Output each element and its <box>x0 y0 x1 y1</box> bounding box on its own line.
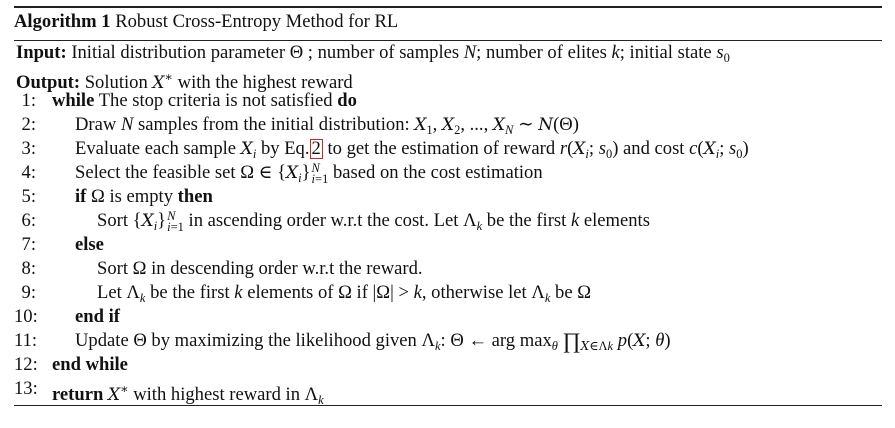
algorithm-line-12: 12: end while <box>14 353 882 377</box>
line-number: 1: <box>21 90 36 111</box>
line-number: 13: <box>14 378 38 399</box>
algorithm-line-2: 2: Draw N samples from the initial distr… <box>14 113 882 137</box>
algorithm-label: Algorithm 1 <box>14 11 111 32</box>
line-number: 3: <box>21 138 36 159</box>
line-text: return X∗ with highest reward in Λk <box>52 382 324 407</box>
output-line: Output: Solution X∗ with the highest rew… <box>14 65 882 93</box>
line-number: 7: <box>21 234 36 255</box>
line-text: while The stop criteria is not satisfied… <box>52 90 357 111</box>
algorithm-line-11: 11: Update Θ by maximizing the likelihoo… <box>14 329 882 354</box>
input-label: Input: <box>16 42 67 63</box>
algorithm-line-3: 3: Evaluate each sample Xi by Eq. 2 to ge… <box>14 137 882 161</box>
line-number: 2: <box>21 114 36 135</box>
input-line: Input: Initial distribution parameter Θ … <box>14 41 882 65</box>
line-text: Sort Ω in descending order w.r.t the rew… <box>97 258 423 279</box>
line-text: else <box>75 234 104 255</box>
line-number: 6: <box>21 210 36 231</box>
algorithm-line-10: 10: end if <box>14 305 882 329</box>
line-number: 12: <box>14 354 38 375</box>
algorithm-line-9: 9: Let Λk be the first k elements of Ω i… <box>14 281 882 305</box>
line-number: 11: <box>14 330 38 351</box>
algorithm-line-8: 8: Sort Ω in descending order w.r.t the … <box>14 257 882 281</box>
line-number: 10: <box>14 306 38 327</box>
line-text: end if <box>75 306 120 327</box>
line-text: end while <box>52 354 128 375</box>
line-number: 4: <box>21 162 36 183</box>
algorithm-line-7: 7: else <box>14 233 882 257</box>
line-text: if Ω is empty then <box>75 186 213 207</box>
algorithm-block: Algorithm 1 Robust Cross-Entropy Method … <box>14 6 882 407</box>
algorithm-line-6: 6: Sort {Xi} Ni=1 in ascending order w.r.… <box>14 209 882 233</box>
algorithm-line-13: 13: return X∗ with highest reward in Λk <box>14 377 882 407</box>
equation-reference-link[interactable]: 2 <box>309 139 323 159</box>
line-number: 9: <box>21 282 36 303</box>
algorithm-line-1: 1: while The stop criteria is not satisf… <box>14 89 882 113</box>
algorithm-line-4: 4: Select the feasible set Ω ∈ {Xi} Ni=1 … <box>14 161 882 185</box>
algorithm-title: Robust Cross-Entropy Method for RL <box>115 11 399 32</box>
algorithm-caption: Algorithm 1 Robust Cross-Entropy Method … <box>14 8 882 37</box>
algorithm-line-5: 5: if Ω is empty then <box>14 185 882 209</box>
input-text: Initial distribution parameter Θ ; numbe… <box>71 42 730 65</box>
line-number: 8: <box>21 258 36 279</box>
line-number: 5: <box>21 186 36 207</box>
